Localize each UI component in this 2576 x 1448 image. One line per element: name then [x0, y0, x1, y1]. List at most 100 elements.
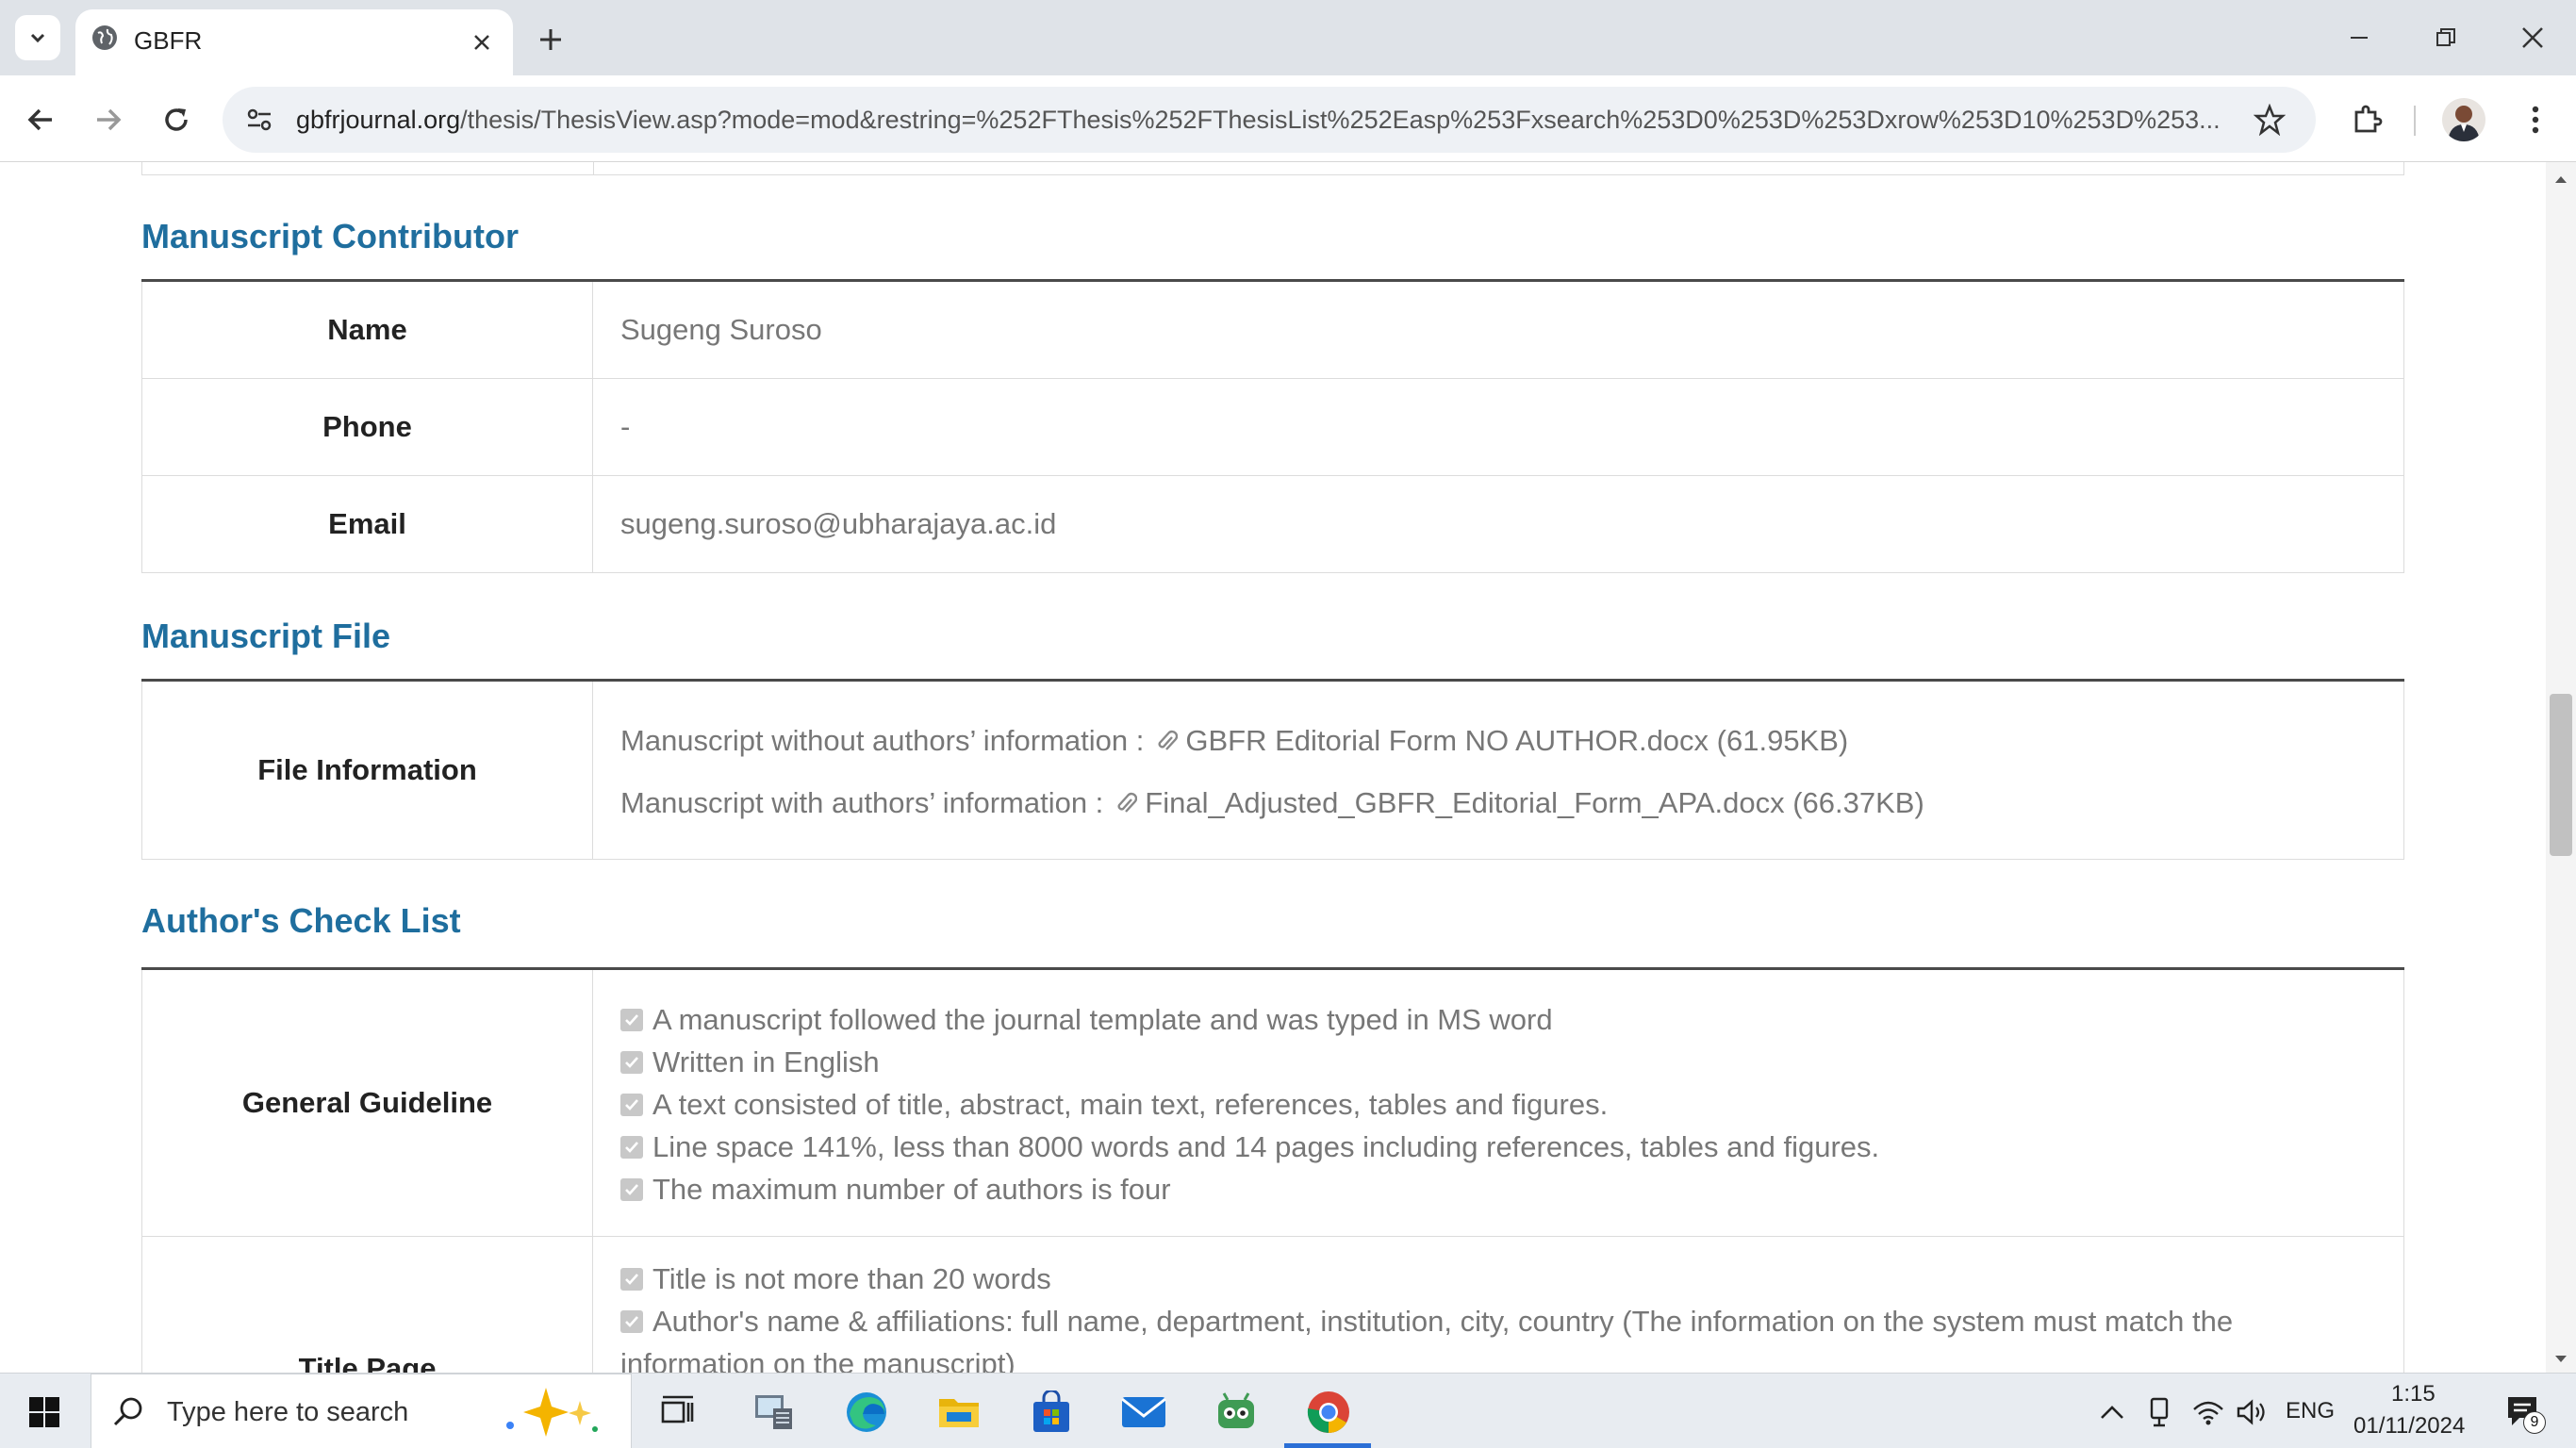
url-text[interactable]: gbfrjournal.org/thesis/ThesisView.asp?mo…: [296, 106, 2286, 135]
table-row: Title Page Title is not more than 20 wor…: [141, 1237, 2404, 1373]
checklist-item-text: Written in English: [652, 1045, 880, 1078]
toolbar-divider: [2414, 106, 2416, 136]
taskbar-app-store[interactable]: [1028, 1389, 1075, 1436]
page-viewport: Manuscript Contributor Name Sugeng Suros…: [0, 162, 2546, 1373]
chrome-icon: [1307, 1391, 1349, 1433]
page-scrollbar[interactable]: [2546, 162, 2576, 1373]
clock-time[interactable]: 1:15: [2391, 1381, 2436, 1407]
name-value: Sugeng Suroso: [620, 313, 822, 346]
restore-button[interactable]: [2423, 19, 2469, 57]
checklist-item: Written in English: [620, 1041, 1879, 1083]
windows-logo-icon: [29, 1397, 59, 1427]
plus-icon: [540, 29, 561, 50]
url-path: /thesis/ThesisView.asp?mode=mod&restring…: [460, 106, 2221, 134]
tab-search-button[interactable]: [15, 15, 60, 60]
close-icon: [2522, 27, 2543, 48]
checkbox-checked-icon[interactable]: [620, 1309, 643, 1333]
notification-count-badge: 9: [2523, 1411, 2546, 1434]
person-icon: [2448, 106, 2480, 141]
minimize-button[interactable]: [2337, 19, 2382, 57]
file-download-link[interactable]: GBFR Editorial Form NO AUTHOR.docx (61.9…: [1185, 724, 1848, 758]
checklist-heading: Author's Check List: [141, 901, 461, 940]
url-host: gbfrjournal.org: [296, 106, 461, 134]
checklist-item-text: Line space 141%, less than 8000 words an…: [652, 1129, 1880, 1163]
taskbar-search-box[interactable]: Type here to search: [91, 1374, 632, 1448]
reload-icon: [165, 108, 188, 131]
checkbox-checked-icon[interactable]: [620, 1267, 643, 1291]
checkbox-checked-icon[interactable]: [620, 1135, 643, 1159]
checkbox-checked-icon[interactable]: [620, 1093, 643, 1116]
site-info-icon[interactable]: [239, 100, 279, 140]
forward-button[interactable]: [85, 96, 132, 143]
taskbar-app-explorer[interactable]: [935, 1389, 983, 1436]
close-tab-button[interactable]: [464, 25, 500, 60]
network-icon[interactable]: [2188, 1389, 2229, 1436]
start-button[interactable]: [21, 1389, 68, 1436]
checklist-item: A manuscript followed the journal templa…: [620, 998, 1879, 1041]
taskbar-app-edge[interactable]: [843, 1389, 890, 1436]
table-row: Name Sugeng Suroso: [141, 282, 2404, 379]
checkbox-checked-icon[interactable]: [620, 1177, 643, 1201]
taskbar-app-chrome[interactable]: [1305, 1389, 1352, 1436]
checklist-item: Line space 141%, less than 8000 words an…: [620, 1126, 1879, 1168]
arrow-right-icon: [97, 108, 122, 131]
tab-strip: GBFR: [0, 0, 2576, 75]
checklist-item-text: A text consisted of title, abstract, mai…: [652, 1087, 1609, 1121]
close-window-button[interactable]: [2510, 19, 2555, 57]
bookmark-star-icon[interactable]: [2250, 100, 2289, 140]
clock-date[interactable]: 01/11/2024: [2353, 1413, 2465, 1440]
taskbar-app-file-manager[interactable]: [751, 1389, 798, 1436]
table-row: File Information Manuscript without auth…: [141, 682, 2404, 860]
puzzle-icon: [2354, 105, 2383, 133]
profile-avatar[interactable]: [2442, 98, 2485, 141]
file-table: File Information Manuscript without auth…: [141, 679, 2404, 860]
windows-taskbar: Type here to search ENG 1:15 01/11/2024: [0, 1373, 2576, 1448]
file-heading: Manuscript File: [141, 617, 391, 655]
table-row: Email sugeng.suroso@ubharajaya.ac.id: [141, 476, 2404, 573]
scrollbar-thumb[interactable]: [2550, 694, 2572, 856]
globe-icon: [91, 24, 119, 57]
email-label: Email: [142, 476, 593, 572]
notification-center-button[interactable]: 9: [2495, 1389, 2551, 1436]
checklist-item: The maximum number of authors is four: [620, 1168, 1879, 1210]
checklist-item-text: The maximum number of authors is four: [652, 1172, 1171, 1206]
title-page-label: Title Page: [142, 1237, 593, 1373]
checklist-table: General Guideline A manuscript followed …: [141, 967, 2404, 1373]
reload-button[interactable]: [153, 96, 200, 143]
taskbar-app-mail[interactable]: [1120, 1389, 1167, 1436]
task-view-icon: [661, 1395, 694, 1423]
search-placeholder: Type here to search: [167, 1397, 409, 1427]
device-icon[interactable]: [2140, 1389, 2178, 1436]
scroll-down-arrow-icon[interactable]: [2546, 1348, 2576, 1371]
browser-toolbar: gbfrjournal.org/thesis/ThesisView.asp?mo…: [0, 75, 2576, 162]
more-vertical-icon: [2532, 106, 2539, 134]
task-view-button[interactable]: [654, 1389, 702, 1436]
active-app-indicator: [1284, 1443, 1371, 1448]
tab-title: GBFR: [134, 26, 203, 55]
checkbox-checked-icon[interactable]: [620, 1008, 643, 1031]
menu-button[interactable]: [2512, 96, 2559, 143]
contributor-table: Name Sugeng Suroso Phone - Email sugeng.…: [141, 279, 2404, 573]
extensions-button[interactable]: [2344, 96, 2391, 143]
address-bar[interactable]: gbfrjournal.org/thesis/ThesisView.asp?mo…: [223, 87, 2316, 153]
close-icon: [474, 35, 489, 50]
search-icon: [113, 1397, 142, 1426]
back-button[interactable]: [17, 96, 64, 143]
arrow-left-icon: [27, 108, 52, 131]
language-indicator[interactable]: ENG: [2286, 1398, 2335, 1424]
show-hidden-icons-button[interactable]: [2093, 1389, 2131, 1436]
checklist-item: Author's name & affiliations: full name,…: [620, 1300, 2233, 1342]
browser-tab[interactable]: GBFR: [75, 9, 513, 75]
file-line-prefix: Manuscript with authors’ information :: [620, 786, 1104, 819]
volume-icon[interactable]: [2231, 1389, 2272, 1436]
table-row: Phone -: [141, 379, 2404, 476]
name-label: Name: [142, 282, 593, 378]
file-information-label: File Information: [142, 682, 593, 859]
checkbox-checked-icon[interactable]: [620, 1050, 643, 1074]
scroll-up-arrow-icon[interactable]: [2546, 168, 2576, 190]
file-download-link[interactable]: Final_Adjusted_GBFR_Editorial_Form_APA.d…: [1145, 786, 1924, 820]
file-list: Manuscript without authors’ information …: [620, 710, 1924, 834]
new-tab-button[interactable]: [530, 19, 571, 60]
taskbar-app-android[interactable]: [1213, 1389, 1260, 1436]
email-value: sugeng.suroso@ubharajaya.ac.id: [620, 507, 1057, 540]
